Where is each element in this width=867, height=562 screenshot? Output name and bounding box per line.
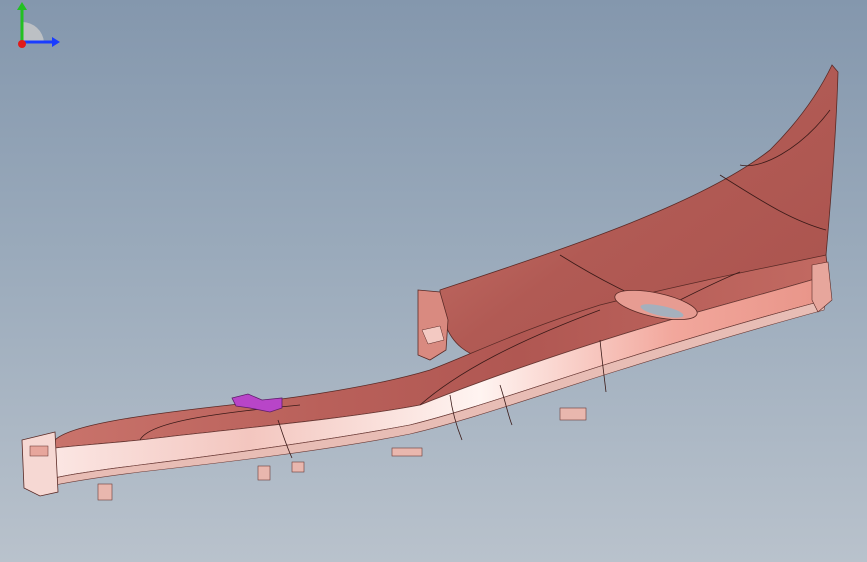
axis-triad: [17, 2, 60, 48]
triad-plane-quarter: [22, 21, 44, 42]
end-block-slot: [29, 445, 49, 457]
3d-viewport[interactable]: [0, 0, 867, 562]
z-axis-origin-icon: [18, 40, 26, 48]
left-end-block[interactable]: [21, 431, 59, 497]
model-canvas[interactable]: [0, 0, 867, 562]
right-end-cap: [811, 261, 833, 313]
